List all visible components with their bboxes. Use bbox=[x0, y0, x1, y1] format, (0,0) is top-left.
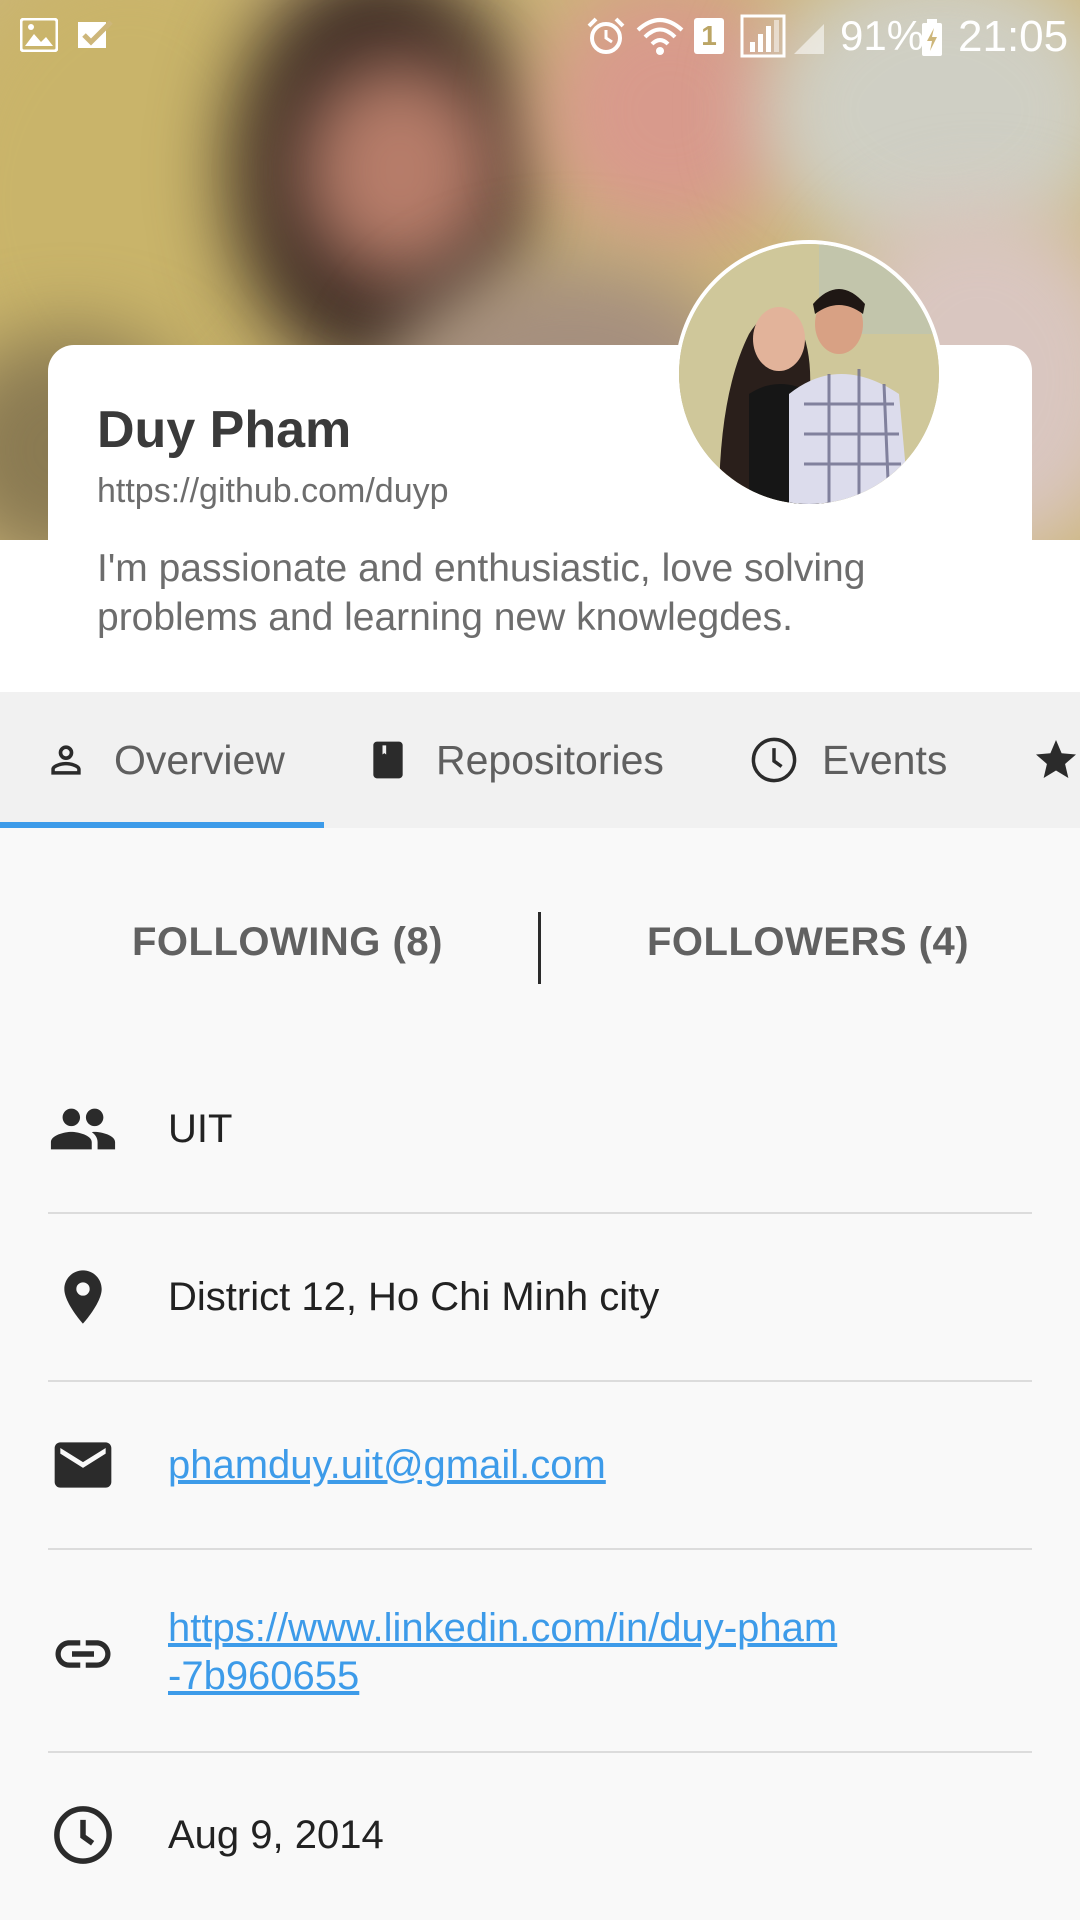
divider bbox=[48, 1212, 1032, 1214]
tab-starred[interactable] bbox=[1030, 692, 1080, 828]
info-row-company: UIT bbox=[48, 1094, 1032, 1164]
gallery-notification-icon bbox=[20, 18, 58, 52]
signal-secondary-icon bbox=[794, 24, 824, 54]
tab-repositories-label: Repositories bbox=[436, 736, 664, 783]
clock-icon bbox=[751, 737, 797, 783]
task-notification-icon bbox=[78, 20, 113, 48]
follow-divider bbox=[538, 912, 541, 984]
info-row-location: District 12, Ho Chi Minh city bbox=[48, 1262, 1032, 1332]
battery-charging-icon bbox=[922, 19, 942, 56]
battery-percent: 91% bbox=[840, 12, 925, 59]
divider bbox=[48, 1380, 1032, 1382]
clock-time: 21:05 bbox=[958, 12, 1069, 61]
avatar-photo bbox=[679, 244, 939, 504]
divider bbox=[48, 1548, 1032, 1550]
website-link-line2: -7b960655 bbox=[168, 1654, 360, 1698]
location-pin-icon bbox=[48, 1262, 118, 1332]
tab-overview-label: Overview bbox=[114, 736, 285, 783]
profile-bio: I'm passionate and enthusiastic, love so… bbox=[97, 547, 866, 639]
website-link[interactable]: https://www.linkedin.com/in/duy-pham -7b… bbox=[168, 1604, 837, 1700]
book-icon bbox=[373, 741, 403, 779]
tab-selected-indicator bbox=[0, 822, 324, 828]
divider bbox=[48, 1751, 1032, 1753]
tab-events[interactable]: Events bbox=[748, 692, 947, 828]
profile-tab-bar: Overview Repositories Events bbox=[0, 692, 1080, 828]
wifi-icon bbox=[636, 18, 684, 55]
company-text: UIT bbox=[168, 1107, 233, 1151]
tab-events-label: Events bbox=[822, 736, 948, 783]
alarm-icon bbox=[587, 17, 625, 54]
person-icon bbox=[51, 745, 81, 775]
followers-button[interactable]: FOLLOWERS (4) bbox=[647, 920, 969, 965]
tab-overview[interactable]: Overview bbox=[40, 692, 285, 828]
avatar[interactable] bbox=[675, 240, 943, 508]
joined-date-text: Aug 9, 2014 bbox=[168, 1813, 384, 1857]
star-icon bbox=[1036, 740, 1076, 778]
status-bar: 1 91% 21:05 bbox=[0, 0, 1080, 72]
profile-name: Duy Pham bbox=[97, 401, 352, 459]
email-link[interactable]: phamduy.uit@gmail.com bbox=[168, 1441, 606, 1489]
signal-icon bbox=[740, 14, 786, 58]
website-link-line1: https://www.linkedin.com/in/duy-pham bbox=[168, 1606, 838, 1650]
tab-repositories[interactable]: Repositories bbox=[362, 692, 664, 828]
profile-url[interactable]: https://github.com/duyp bbox=[97, 472, 449, 511]
info-row-email: phamduy.uit@gmail.com bbox=[48, 1430, 1032, 1500]
clock-icon bbox=[48, 1800, 118, 1870]
sim-badge: 1 bbox=[694, 18, 724, 54]
info-row-joined: Aug 9, 2014 bbox=[48, 1800, 1032, 1870]
people-icon bbox=[48, 1094, 118, 1164]
location-text: District 12, Ho Chi Minh city bbox=[168, 1275, 660, 1319]
info-row-website: https://www.linkedin.com/in/duy-pham -7b… bbox=[48, 1604, 1032, 1704]
following-button[interactable]: FOLLOWING (8) bbox=[132, 920, 443, 965]
mail-icon bbox=[48, 1430, 118, 1500]
link-icon bbox=[48, 1619, 118, 1689]
